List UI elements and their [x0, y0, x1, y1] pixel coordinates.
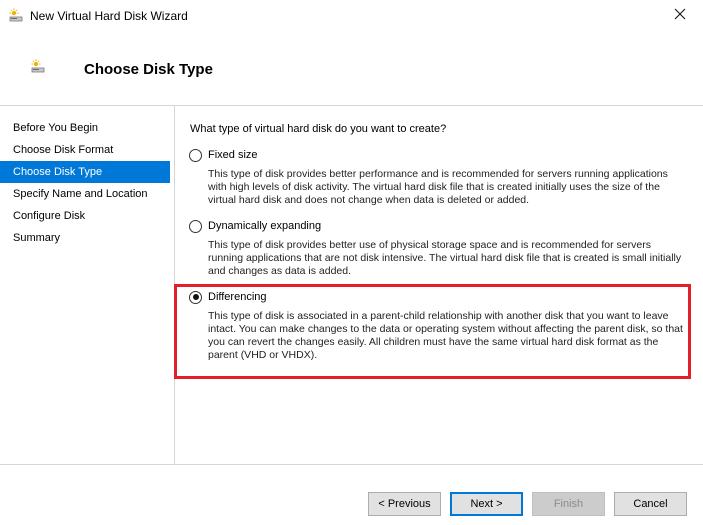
- disk-wizard-icon: [30, 59, 46, 75]
- sidebar-item-specify-name-and-location[interactable]: Specify Name and Location: [0, 183, 174, 205]
- sidebar-item-choose-disk-type[interactable]: Choose Disk Type: [0, 161, 170, 183]
- window-title: New Virtual Hard Disk Wizard: [30, 9, 188, 23]
- wizard-steps-sidebar: Before You Begin Choose Disk Format Choo…: [0, 106, 174, 464]
- close-icon: [674, 8, 686, 23]
- fixed-size-label[interactable]: Fixed size: [208, 149, 258, 161]
- wizard-footer: < Previous Next > Finish Cancel: [0, 465, 703, 525]
- option-fixed-size: Fixed size This type of disk provides be…: [189, 147, 689, 207]
- option-dynamically-expanding: Dynamically expanding This type of disk …: [189, 218, 689, 278]
- sidebar-item-before-you-begin[interactable]: Before You Begin: [0, 117, 174, 139]
- close-button[interactable]: [657, 0, 703, 31]
- finish-button[interactable]: Finish: [532, 492, 605, 516]
- cancel-button[interactable]: Cancel: [614, 492, 687, 516]
- disk-type-question: What type of virtual hard disk do you wa…: [190, 123, 447, 135]
- fixed-size-description: This type of disk provides better perfor…: [208, 168, 668, 206]
- fixed-size-radio[interactable]: [189, 148, 202, 162]
- sidebar-item-choose-disk-format[interactable]: Choose Disk Format: [0, 139, 174, 161]
- dynamically-expanding-description: This type of disk provides better use of…: [208, 239, 682, 277]
- disk-wizard-icon: [8, 8, 24, 24]
- previous-button[interactable]: < Previous: [368, 492, 441, 516]
- next-button[interactable]: Next >: [450, 492, 523, 516]
- title-bar: New Virtual Hard Disk Wizard: [0, 0, 703, 31]
- dynamically-expanding-radio-row[interactable]: Dynamically expanding: [189, 218, 689, 234]
- page-title: Choose Disk Type: [84, 61, 213, 78]
- dynamically-expanding-label[interactable]: Dynamically expanding: [208, 220, 321, 232]
- sidebar-item-configure-disk[interactable]: Configure Disk: [0, 205, 174, 227]
- fixed-size-radio-row[interactable]: Fixed size: [189, 147, 689, 163]
- dynamically-expanding-radio[interactable]: [189, 219, 202, 233]
- sidebar-item-summary[interactable]: Summary: [0, 227, 174, 249]
- wizard-header: Choose Disk Type: [0, 31, 703, 105]
- highlight-box: [174, 284, 691, 379]
